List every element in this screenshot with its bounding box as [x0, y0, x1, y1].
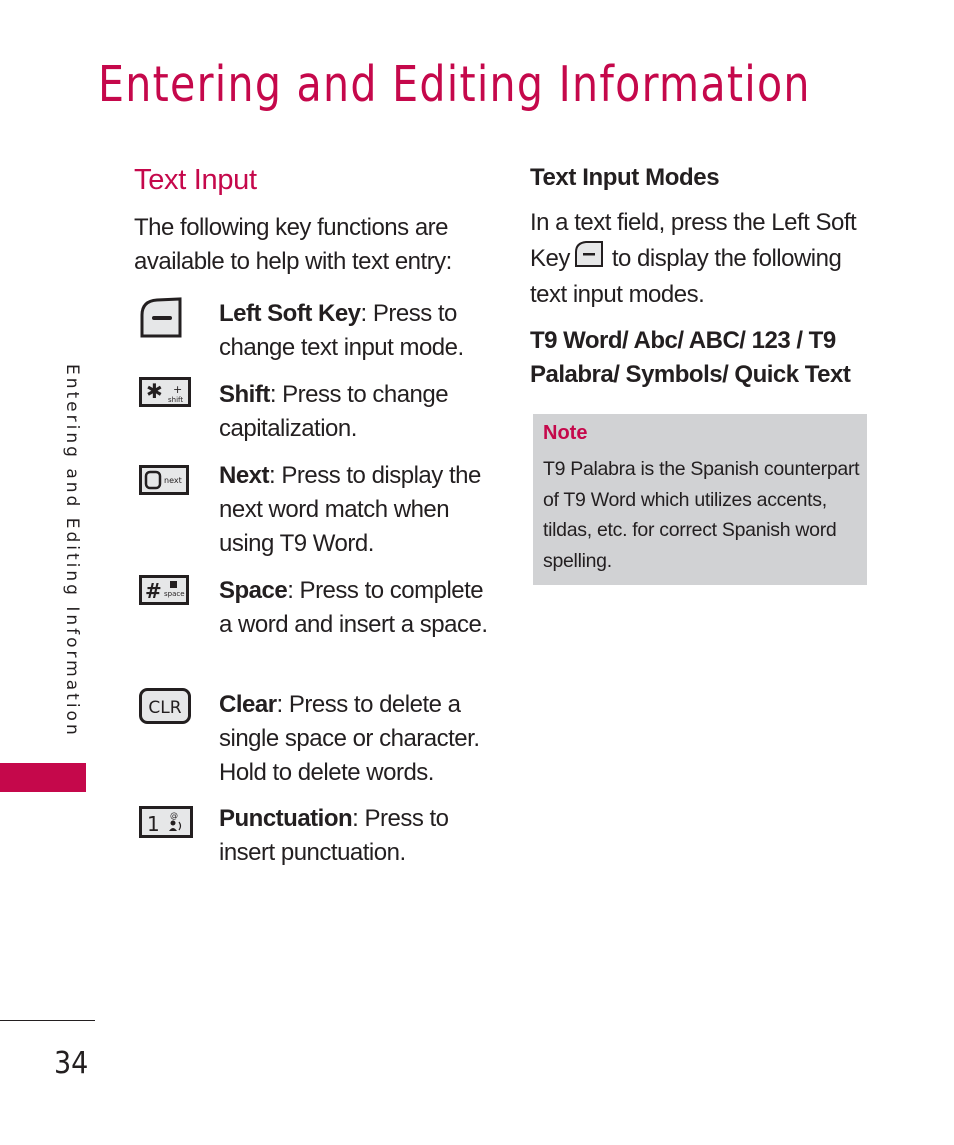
- section-tab-marker: [0, 763, 86, 792]
- key-name: Punctuation: [219, 805, 353, 832]
- svg-text:next: next: [164, 476, 182, 485]
- svg-text:space: space: [164, 590, 185, 598]
- svg-text:✱: ✱: [146, 379, 163, 403]
- svg-text:shift: shift: [168, 396, 183, 404]
- note-box: Note T9 Palabra is the Spanish counterpa…: [533, 414, 867, 585]
- left-soft-key-icon: [139, 297, 183, 344]
- side-section-label: Entering and Editing Information: [62, 364, 82, 738]
- svg-text:@: @: [170, 811, 178, 820]
- modes-instructions: In a text field, press the Left Soft Key…: [530, 209, 857, 308]
- shift-key-icon: ✱ + shift: [139, 377, 191, 412]
- clear-key-icon: CLR: [139, 688, 191, 729]
- svg-text:CLR: CLR: [148, 698, 181, 718]
- footer-divider: [0, 1020, 95, 1021]
- modes-list: T9 Word/ Abc/ ABC/ 123 / T9 Palabra/ Sym…: [530, 327, 851, 388]
- svg-text:+: +: [173, 383, 182, 396]
- key-name: Shift: [219, 381, 270, 408]
- note-title: Note: [543, 422, 588, 444]
- space-key-icon: # space: [139, 575, 189, 610]
- svg-text:1: 1: [147, 812, 160, 836]
- page-title: Entering and Editing Information: [98, 56, 811, 113]
- key-name: Next: [219, 462, 270, 489]
- svg-text:#: #: [145, 579, 162, 603]
- text-input-section: Text Input The following key functions a…: [134, 164, 494, 279]
- section-heading: Text Input: [134, 164, 257, 196]
- text-input-modes-section: Text Input Modes In a text field, press …: [530, 164, 880, 392]
- key-name: Clear: [219, 691, 277, 718]
- key-name: Space: [219, 577, 288, 604]
- note-body: T9 Palabra is the Spanish counterpart of…: [543, 458, 860, 572]
- punctuation-key-icon: 1 @: [139, 806, 193, 843]
- left-soft-key-icon: [574, 240, 604, 278]
- page-number: 34: [54, 1046, 89, 1081]
- intro-text: The following key functions are availabl…: [134, 214, 452, 275]
- key-name: Left Soft Key: [219, 300, 361, 327]
- section-subheading: Text Input Modes: [530, 164, 720, 191]
- next-key-icon: next: [139, 465, 189, 500]
